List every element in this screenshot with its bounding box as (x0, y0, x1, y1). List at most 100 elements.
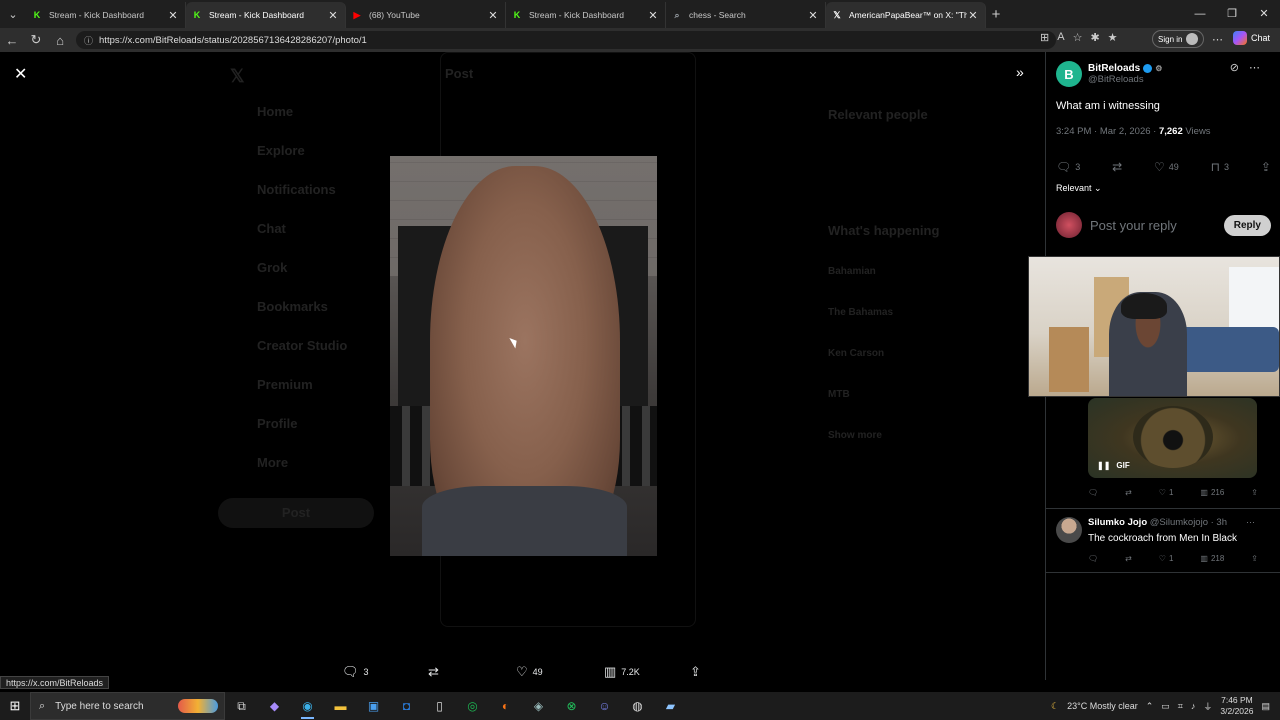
copilot-chat-button[interactable]: Chat (1233, 31, 1270, 45)
tweet-repost-button[interactable]: ⇄ (1112, 160, 1122, 174)
close-tab-icon[interactable]: ✕ (167, 9, 179, 22)
reply-button[interactable]: Reply (1223, 214, 1271, 236)
share-icon[interactable]: ⇪ (1251, 488, 1258, 497)
tray-chevron-icon[interactable]: ⌃ (1146, 701, 1154, 712)
tweet-bookmark-button[interactable]: ⊓ 3 (1211, 160, 1229, 174)
app-icon[interactable]: ▰ (654, 692, 687, 720)
reply-views-button[interactable]: ▥ 218 (1200, 554, 1224, 563)
share-action[interactable]: ⇪ (690, 664, 701, 680)
volume-icon[interactable]: ♪ (1191, 701, 1196, 711)
reply-action[interactable]: 🗨 3 (342, 664, 369, 680)
tweet-author[interactable]: B BitReloads ⚙ @BitReloads (1056, 61, 1162, 87)
repost-icon[interactable]: ⇄ (1125, 488, 1132, 497)
like-action[interactable]: ♡ 49 (516, 664, 543, 680)
file-explorer-icon[interactable]: ▬ (324, 692, 357, 720)
browser-tab[interactable]: K Stream - Kick Dashboard ✕ (186, 2, 346, 28)
reply-gif[interactable]: ❚❚ GIF (1088, 398, 1257, 478)
weather-icon[interactable]: ☾ (1051, 701, 1059, 712)
grok-icon[interactable]: ⊘ (1230, 61, 1239, 74)
share-icon[interactable]: ⇪ (1251, 554, 1258, 563)
spotify-icon[interactable]: ◎ (456, 692, 489, 720)
browser-tab[interactable]: K Stream - Kick Dashboard ✕ (506, 2, 666, 28)
reply-author-handle[interactable]: @Silumkojojo · 3h (1150, 517, 1227, 528)
repost-action[interactable]: ⇄ (428, 664, 444, 680)
collapse-panel-button[interactable]: » (1016, 64, 1024, 80)
reply-avatar[interactable] (1056, 517, 1082, 543)
favorite-star-icon[interactable]: ☆ (1073, 31, 1083, 44)
more-icon[interactable]: ⋯ (1212, 33, 1223, 46)
link-status-bubble: https://x.com/BitReloads (0, 676, 110, 689)
read-aloud-icon[interactable]: A (1057, 31, 1064, 44)
clock[interactable]: 7:46 PM 3/2/2026 (1220, 695, 1253, 717)
edge-browser-icon[interactable]: ◉ (291, 692, 324, 720)
tweet-reply-button[interactable]: 🗨 3 (1056, 160, 1080, 174)
verified-badge-icon (1143, 64, 1153, 73)
author-avatar[interactable]: B (1056, 61, 1082, 87)
microphone-icon[interactable]: ⏚ (1203, 700, 1212, 713)
close-tab-icon[interactable]: ✕ (647, 9, 659, 22)
views-action[interactable]: ▥ 7.2K (604, 664, 640, 680)
site-info-icon[interactable]: ⓘ (84, 34, 93, 47)
close-viewer-button[interactable]: ✕ (14, 64, 27, 84)
close-tab-icon[interactable]: ✕ (807, 9, 819, 22)
discord-icon[interactable]: ☺ (588, 692, 621, 720)
close-tab-icon[interactable]: ✕ (327, 9, 339, 22)
more-options-icon[interactable]: ⋯ (1246, 517, 1255, 528)
browser-tab[interactable]: K Stream - Kick Dashboard ✕ (26, 2, 186, 28)
notepad-icon[interactable]: ▯ (423, 692, 456, 720)
repost-icon[interactable]: ⇄ (1125, 554, 1132, 563)
back-button[interactable]: ← (0, 33, 24, 48)
gif-like-count: 1 (1168, 488, 1174, 497)
xbox-icon[interactable]: ⊗ (555, 692, 588, 720)
author-handle[interactable]: @BitReloads (1088, 74, 1162, 85)
notification-icon[interactable]: ▤ (1261, 701, 1270, 712)
battery-icon[interactable]: ▭ (1161, 701, 1170, 712)
close-window-button[interactable]: ✕ (1248, 0, 1280, 28)
reply-input[interactable]: Post your reply (1090, 218, 1224, 233)
home-button[interactable]: ⌂ (48, 33, 72, 48)
tab-actions-menu[interactable]: ⌄ (0, 0, 26, 28)
windows-start-icon[interactable]: ⊞ (0, 698, 30, 714)
post-photo[interactable] (390, 156, 657, 556)
reply-icon[interactable]: 🗨 (1088, 488, 1098, 497)
minimize-button[interactable]: — (1184, 0, 1216, 28)
reply-item[interactable]: Silumko Jojo @Silumkojojo · 3h The cockr… (1056, 517, 1255, 544)
tweet-share-button[interactable]: ⇪ (1261, 160, 1271, 174)
browser-tab[interactable]: ⌕ chess - Search ✕ (666, 2, 826, 28)
reply-like-button[interactable]: ♡ 1 (1159, 554, 1174, 563)
tweet-time[interactable]: 3:24 PM · Mar 2, 2026 · (1056, 126, 1159, 137)
author-name[interactable]: BitReloads (1088, 63, 1140, 74)
reply-icon[interactable]: 🗨 (1088, 554, 1098, 563)
refresh-button[interactable]: ↻ (24, 32, 48, 48)
browser-tab[interactable]: 𝕏 AmericanPapaBear™ on X: "The tr...✕ (826, 2, 986, 28)
gif-views-button[interactable]: ▥ 216 (1200, 488, 1224, 497)
restore-button[interactable]: ❐ (1216, 0, 1248, 28)
obs-icon[interactable]: ◍ (621, 692, 654, 720)
extensions-icon[interactable]: ✱ (1090, 31, 1099, 44)
weather-text[interactable]: 23°C Mostly clear (1067, 701, 1138, 711)
tweet-like-button[interactable]: ♡ 49 (1154, 160, 1179, 174)
more-options-icon[interactable]: ⋯ (1249, 61, 1260, 74)
close-tab-icon[interactable]: ✕ (487, 9, 499, 22)
sign-in-button[interactable]: Sign in (1152, 30, 1204, 48)
pause-icon[interactable]: ❚❚ (1097, 461, 1110, 470)
streaming-app-icon[interactable]: ◈ (522, 692, 555, 720)
app-available-icon[interactable]: ⊞ (1040, 31, 1049, 44)
media-app-icon[interactable]: ◐ (489, 692, 522, 720)
reply-like-count: 1 (1168, 554, 1174, 563)
favorites-icon[interactable]: ★ (1108, 31, 1118, 44)
reply-sort-dropdown[interactable]: Relevant ⌄ (1056, 183, 1102, 194)
store-icon[interactable]: ▣ (357, 692, 390, 720)
outlook-icon[interactable]: ◘ (390, 692, 423, 720)
browser-tab[interactable]: ▶ (68) YouTube ✕ (346, 2, 506, 28)
close-tab-icon[interactable]: ✕ (967, 9, 979, 22)
copilot-app-icon[interactable]: ◆ (258, 692, 291, 720)
task-view-icon[interactable]: ⧉ (225, 692, 258, 720)
url-field[interactable]: ⓘ https://x.com/BitReloads/status/202856… (76, 31, 1056, 49)
taskbar-search[interactable]: ⌕ Type here to search (30, 692, 225, 720)
network-icon[interactable]: ⌗ (1178, 701, 1183, 712)
gif-like-button[interactable]: ♡ 1 (1159, 488, 1174, 497)
new-tab-button[interactable]: + (986, 6, 1006, 23)
kick-icon: K (33, 10, 41, 20)
reply-author-name[interactable]: Silumko Jojo (1088, 517, 1147, 528)
